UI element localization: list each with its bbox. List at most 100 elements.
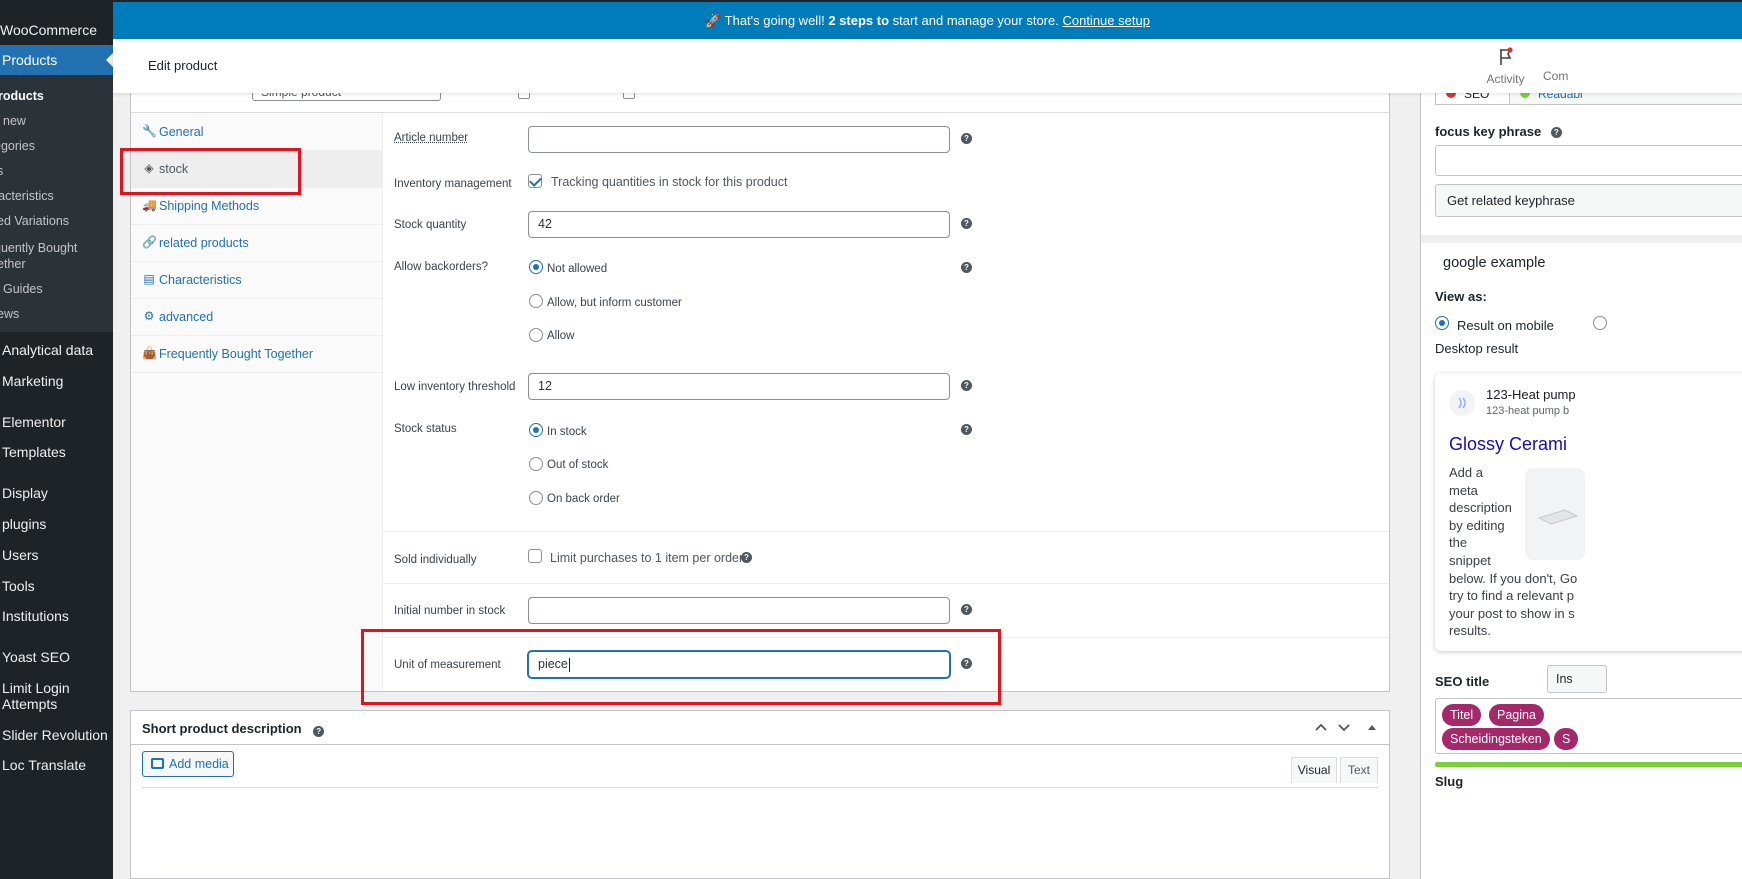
radio-allow[interactable] [529, 328, 543, 342]
radio-allow-inform[interactable] [529, 294, 543, 308]
collapse-triangle-icon[interactable] [1366, 720, 1378, 737]
help-icon[interactable]: ? [961, 133, 972, 144]
tab-text[interactable]: Text [1340, 757, 1378, 783]
tab-label: General [159, 125, 204, 139]
inventory-management-checkbox[interactable] [528, 174, 542, 188]
radio-out-of-stock[interactable] [529, 457, 543, 471]
continue-setup-link[interactable]: Continue setup [1062, 13, 1149, 28]
help-icon[interactable]: ? [313, 726, 325, 737]
variable-pill[interactable]: Titel [1442, 704, 1482, 726]
divider [383, 637, 1389, 638]
downloadable-checkbox[interactable] [623, 93, 635, 99]
unit-of-measurement-label: Unit of measurement [394, 659, 501, 671]
radio-label: Not allowed [547, 263, 608, 275]
submenu-guides[interactable]: Guides [3, 281, 43, 297]
sidebar-item-yoast[interactable]: Yoast SEO [2, 649, 70, 665]
tab-shipping[interactable]: 🚚 Shipping Methods [131, 188, 382, 225]
tab-stock[interactable]: ◈ stock [131, 151, 382, 188]
help-icon[interactable]: ? [961, 262, 972, 273]
sidebar-item-products[interactable]: Products [0, 45, 113, 75]
radio-on-back-order[interactable] [529, 491, 543, 505]
submenu-all-products[interactable]: roducts [0, 88, 44, 104]
initial-number-input[interactable] [528, 597, 950, 624]
chevron-down-icon[interactable] [1337, 720, 1351, 737]
submenu-frequently-bought-2: ether [0, 257, 26, 271]
radio-mobile-result[interactable] [1435, 316, 1449, 330]
inventory-management-checkbox-label: Tracking quantities in stock for this pr… [551, 175, 788, 189]
wrench-icon: 🔧 [142, 124, 157, 138]
low-threshold-input[interactable]: 12 [528, 373, 950, 400]
help-icon[interactable]: ? [1550, 127, 1562, 138]
submenu-variations[interactable]: ed Variations [0, 213, 69, 229]
tab-label: stock [159, 162, 189, 176]
submenu-add-new[interactable]: new [3, 113, 26, 129]
seo-title-label: SEO title [1435, 674, 1490, 689]
admin-sidebar: WooCommerce Products roducts new egories… [0, 0, 113, 879]
help-icon[interactable]: ? [961, 604, 972, 615]
tab-readability[interactable]: Readabi [1510, 93, 1742, 105]
virtual-checkbox[interactable] [518, 93, 530, 99]
sidebar-item-tools[interactable]: Tools [2, 578, 35, 594]
sidebar-item-limit-login-2: Attempts [2, 696, 58, 712]
product-type-select[interactable]: Simple product [252, 93, 441, 101]
sidebar-item-marketing[interactable]: Marketing [2, 373, 63, 389]
sidebar-item-slider-revolution[interactable]: Slider Revolution [2, 727, 108, 743]
help-icon[interactable]: ? [961, 424, 972, 435]
seo-title-editor[interactable]: Titel Pagina Scheidingsteken S [1435, 698, 1742, 754]
submenu-tags[interactable]: s [0, 163, 3, 179]
tab-seo[interactable]: SEO [1435, 93, 1510, 105]
link-icon: 🔗 [142, 235, 157, 249]
get-related-keyphrase-button[interactable]: Get related keyphrase [1435, 184, 1742, 217]
snippet-title[interactable]: Glossy Cerami [1449, 434, 1567, 455]
short-description-header: Short product description ? [131, 711, 1389, 745]
sidebar-item-label: Products [2, 52, 58, 68]
comments-button[interactable]: Com [1543, 47, 1583, 83]
variable-pill[interactable]: S [1554, 728, 1579, 750]
submenu-characteristics[interactable]: racteristics [0, 188, 54, 204]
sidebar-item-plugins[interactable]: plugins [2, 516, 46, 532]
activity-button[interactable]: Activity [1478, 47, 1533, 86]
tab-frequently-bought[interactable]: 👜 Frequently Bought Together [131, 336, 382, 373]
google-snippet-preview: 123-Heat pump 123-heat pump b Glossy Cer… [1435, 373, 1742, 651]
tab-advanced[interactable]: ⚙ advanced [131, 299, 382, 336]
article-number-input[interactable] [528, 126, 950, 153]
sidebar-item-analytics[interactable]: Analytical data [2, 342, 93, 358]
view-as-label: View as: [1435, 289, 1487, 304]
insert-variable-button[interactable]: Ins [1547, 665, 1607, 693]
stock-quantity-input[interactable]: 42 [528, 211, 950, 238]
tab-visual[interactable]: Visual [1291, 757, 1337, 783]
short-description-title: Short product description ? [142, 721, 325, 737]
variable-pill[interactable]: Scheidingsteken [1442, 728, 1550, 750]
radio-label: On back order [547, 493, 620, 505]
sidebar-item-institutions[interactable]: Institutions [2, 608, 69, 624]
sidebar-item-loco-translate[interactable]: Loc Translate [2, 757, 86, 773]
help-icon[interactable]: ? [961, 380, 972, 391]
add-media-button[interactable]: Add media [142, 751, 234, 777]
sidebar-item-limit-login[interactable]: Limit Login [2, 680, 70, 696]
radio-not-allowed[interactable] [529, 260, 543, 274]
unit-of-measurement-input[interactable]: piece [528, 651, 950, 678]
sidebar-item-templates[interactable]: Templates [2, 444, 66, 460]
sidebar-item-elementor[interactable]: Elementor [2, 414, 66, 430]
submenu-frequently-bought[interactable]: quently Bought [0, 240, 77, 256]
help-icon[interactable]: ? [741, 552, 752, 563]
focus-keyphrase-label: focus key phrase ? [1435, 124, 1562, 139]
low-threshold-label: Low inventory threshold [394, 381, 516, 393]
focus-keyphrase-input[interactable] [1435, 145, 1742, 176]
radio-desktop-result[interactable] [1593, 316, 1607, 330]
sold-individually-checkbox[interactable] [528, 549, 542, 563]
variable-pill[interactable]: Pagina [1489, 704, 1544, 726]
help-icon[interactable]: ? [961, 218, 972, 229]
radio-in-stock[interactable] [529, 423, 543, 437]
table-icon: ▤ [143, 272, 155, 286]
sidebar-item-woocommerce[interactable]: WooCommerce [0, 22, 97, 38]
submenu-reviews[interactable]: ews [0, 306, 19, 322]
submenu-categories[interactable]: egories [0, 138, 35, 154]
tab-characteristics[interactable]: ▤ Characteristics [131, 262, 382, 299]
tab-general[interactable]: 🔧 General [131, 114, 382, 151]
help-icon[interactable]: ? [961, 658, 972, 669]
sidebar-item-display[interactable]: Display [2, 485, 48, 501]
chevron-up-icon[interactable] [1314, 720, 1328, 737]
tab-related-products[interactable]: 🔗 related products [131, 225, 382, 262]
sidebar-item-users[interactable]: Users [2, 547, 39, 563]
